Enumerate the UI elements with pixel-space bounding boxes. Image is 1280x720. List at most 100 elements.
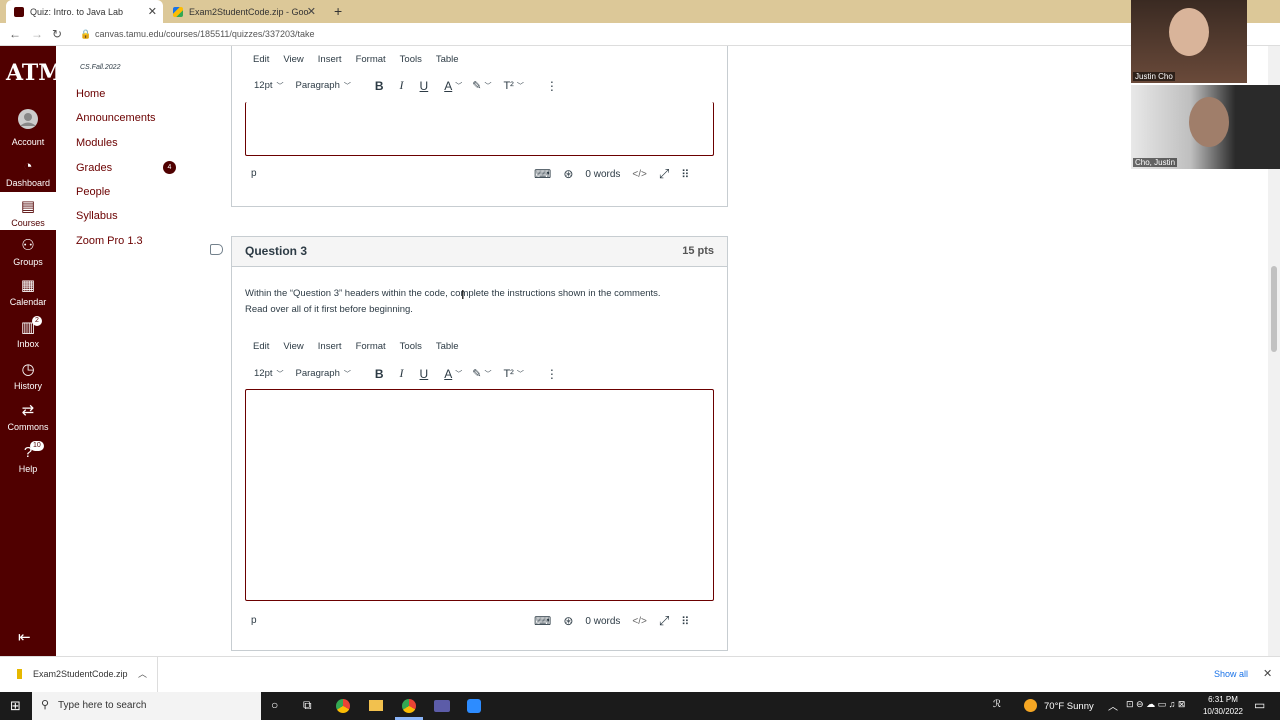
file-explorer-icon[interactable]: [369, 700, 383, 711]
course-nav-people[interactable]: People: [76, 186, 110, 198]
windows-start-icon[interactable]: ⊞: [10, 698, 21, 714]
clock-date[interactable]: 10/30/2022: [1200, 707, 1246, 716]
nav-help[interactable]: ? Help: [0, 444, 56, 474]
show-all-downloads[interactable]: Show all: [1214, 669, 1248, 679]
chrome-window-icon[interactable]: [402, 699, 416, 713]
close-tab-icon[interactable]: ✕: [307, 5, 316, 18]
task-view-icon[interactable]: ⧉: [303, 698, 312, 713]
highlight-icon[interactable]: ✎: [472, 79, 481, 92]
html-editor-toggle[interactable]: </>: [632, 169, 646, 180]
accessibility-icon[interactable]: ⊛: [563, 614, 573, 628]
menu-tools[interactable]: Tools: [400, 54, 422, 65]
fullscreen-icon[interactable]: ⤢: [659, 166, 669, 182]
nav-commons[interactable]: ⇄ Commons: [0, 402, 56, 432]
superscript-icon[interactable]: T²: [503, 368, 513, 380]
video-tile-1[interactable]: Justin Cho: [1131, 0, 1247, 83]
more-options-icon[interactable]: ⋮: [546, 367, 558, 381]
atm-logo[interactable]: ATM: [6, 54, 63, 92]
tab-download[interactable]: Exam2StudentCode.zip - Google ✕: [165, 0, 322, 23]
clock-time[interactable]: 6:31 PM: [1203, 695, 1243, 704]
reload-icon[interactable]: ↻: [52, 27, 62, 41]
nav-label: Calendar: [9, 297, 47, 307]
weather-text[interactable]: 70°F Sunny: [1044, 701, 1094, 712]
courses-icon: ▤: [20, 198, 36, 215]
menu-edit[interactable]: Edit: [253, 54, 269, 65]
course-nav-home[interactable]: Home: [76, 88, 105, 100]
close-tab-icon[interactable]: ✕: [148, 5, 157, 18]
text-color-icon[interactable]: A: [444, 79, 452, 93]
menu-table[interactable]: Table: [436, 341, 459, 352]
html-editor-toggle[interactable]: </>: [632, 616, 646, 627]
menu-view[interactable]: View: [283, 54, 303, 65]
notification-icon[interactable]: ▭: [1254, 698, 1265, 712]
keyboard-icon[interactable]: ⌨: [534, 614, 551, 628]
menu-insert[interactable]: Insert: [318, 54, 342, 65]
tab-quiz[interactable]: Quiz: Intro. to Java Lab ✕: [6, 0, 163, 23]
nav-courses[interactable]: ▤ Courses: [0, 198, 56, 228]
bold-icon[interactable]: B: [375, 79, 384, 93]
nav-history[interactable]: ◷ History: [0, 361, 56, 391]
chevron-up-icon[interactable]: ︿: [138, 667, 147, 680]
font-size-select[interactable]: 12pt: [254, 368, 273, 379]
collapse-nav-icon[interactable]: ⇤: [18, 628, 31, 646]
chrome-icon[interactable]: [336, 699, 350, 713]
question-3-editor[interactable]: [245, 389, 714, 601]
people-icon[interactable]: ℛ: [993, 699, 1001, 710]
more-options-icon[interactable]: ⋮: [546, 79, 558, 93]
block-format-select[interactable]: Paragraph: [296, 80, 340, 91]
back-icon[interactable]: ←: [9, 27, 21, 41]
accessibility-icon[interactable]: ⊛: [563, 167, 573, 181]
course-nav-zoom[interactable]: Zoom Pro 1.3: [76, 235, 143, 247]
dashboard-icon: ◔: [23, 158, 33, 175]
course-nav-announcements[interactable]: Announcements: [76, 112, 156, 124]
word-count[interactable]: 0 words: [585, 616, 620, 627]
fullscreen-icon[interactable]: ⤢: [659, 613, 669, 629]
block-format-select[interactable]: Paragraph: [296, 368, 340, 379]
underline-icon[interactable]: U: [420, 79, 429, 93]
flag-question-icon[interactable]: [210, 244, 223, 255]
video-tile-2[interactable]: Cho, Justin: [1131, 85, 1280, 169]
menu-table[interactable]: Table: [436, 54, 459, 65]
superscript-icon[interactable]: T²: [503, 80, 513, 92]
nav-inbox[interactable]: ▥ Inbox: [0, 319, 56, 349]
course-nav-syllabus[interactable]: Syllabus: [76, 210, 118, 222]
menu-format[interactable]: Format: [356, 54, 386, 65]
tray-icons[interactable]: ⊡ ⊖ ☁ ▭ ♫ ⊠: [1126, 699, 1185, 710]
course-nav-grades[interactable]: Grades: [76, 162, 112, 174]
new-tab-button[interactable]: +: [334, 3, 342, 19]
scrollbar-thumb[interactable]: [1271, 266, 1277, 352]
menu-view[interactable]: View: [283, 341, 303, 352]
bold-icon[interactable]: B: [375, 367, 384, 381]
chevron-down-icon: ﹀: [276, 82, 284, 90]
url-field[interactable]: canvas.tamu.edu/courses/185511/quizzes/3…: [95, 29, 314, 39]
keyboard-icon[interactable]: ⌨: [534, 167, 551, 181]
tray-chevron-icon[interactable]: ︿: [1108, 698, 1118, 713]
menu-tools[interactable]: Tools: [400, 341, 422, 352]
course-nav-modules[interactable]: Modules: [76, 137, 118, 149]
nav-account[interactable]: Account: [0, 108, 56, 147]
menu-format[interactable]: Format: [356, 341, 386, 352]
resize-handle-icon[interactable]: ⠿: [681, 615, 689, 628]
nav-calendar[interactable]: ▦ Calendar: [0, 277, 56, 307]
close-downloads-icon[interactable]: ✕: [1263, 667, 1272, 680]
word-count[interactable]: 0 words: [585, 169, 620, 180]
app-icon[interactable]: [434, 700, 450, 712]
menu-insert[interactable]: Insert: [318, 341, 342, 352]
nav-dashboard[interactable]: ◔ Dashboard: [0, 158, 56, 188]
taskbar-search[interactable]: ⚲ Type here to search: [32, 692, 261, 720]
zoom-icon[interactable]: [467, 699, 481, 713]
italic-icon[interactable]: I: [400, 366, 404, 381]
nav-groups[interactable]: ⚇ Groups: [0, 237, 56, 267]
underline-icon[interactable]: U: [420, 367, 429, 381]
forward-icon[interactable]: →: [31, 27, 43, 41]
font-size-select[interactable]: 12pt: [254, 80, 273, 91]
italic-icon[interactable]: I: [400, 78, 404, 93]
inbox-icon: ▥: [20, 319, 36, 336]
question-2-editor[interactable]: [245, 102, 714, 156]
highlight-icon[interactable]: ✎: [472, 367, 481, 380]
menu-edit[interactable]: Edit: [253, 341, 269, 352]
download-item[interactable]: Exam2StudentCode.zip ︿: [0, 657, 158, 692]
cortana-icon[interactable]: ○: [271, 698, 278, 712]
text-color-icon[interactable]: A: [444, 367, 452, 381]
resize-handle-icon[interactable]: ⠿: [681, 168, 689, 181]
